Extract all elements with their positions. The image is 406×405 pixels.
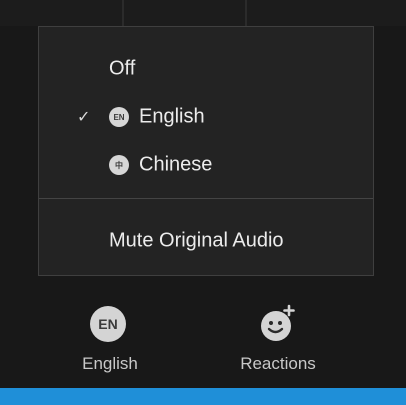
mute-original-audio-item[interactable]: Mute Original Audio: [39, 217, 373, 265]
menu-item-off[interactable]: Off: [39, 45, 373, 93]
menu-item-english[interactable]: ✓ EN English: [39, 93, 373, 141]
checkmark-icon: ✓: [77, 109, 91, 126]
background-divider: [245, 0, 247, 26]
reactions-button-label: Reactions: [240, 354, 316, 373]
menu-item-label: English: [139, 105, 205, 128]
meeting-toolbar: EN English Reactions: [0, 276, 406, 388]
top-background: [0, 0, 406, 26]
bottom-accent-strip: [0, 388, 406, 405]
interpretation-button[interactable]: EN English: [50, 276, 170, 388]
menu-item-label: Mute Original Audio: [109, 229, 284, 252]
menu-item-chinese[interactable]: 中 Chinese: [39, 141, 373, 189]
interpretation-language-menu: Off ✓ EN English 中 Chinese Mute Original…: [38, 26, 374, 276]
menu-divider: [39, 198, 373, 199]
en-language-icon: EN: [109, 107, 129, 127]
menu-item-label: Chinese: [139, 153, 213, 176]
interpretation-button-label: English: [82, 354, 138, 373]
reactions-icon: [261, 304, 295, 341]
language-badge-icon: EN: [90, 306, 126, 342]
reactions-button[interactable]: Reactions: [218, 276, 338, 388]
background-divider: [122, 0, 124, 26]
menu-item-label: Off: [109, 57, 136, 80]
chinese-language-icon: 中: [109, 155, 129, 175]
